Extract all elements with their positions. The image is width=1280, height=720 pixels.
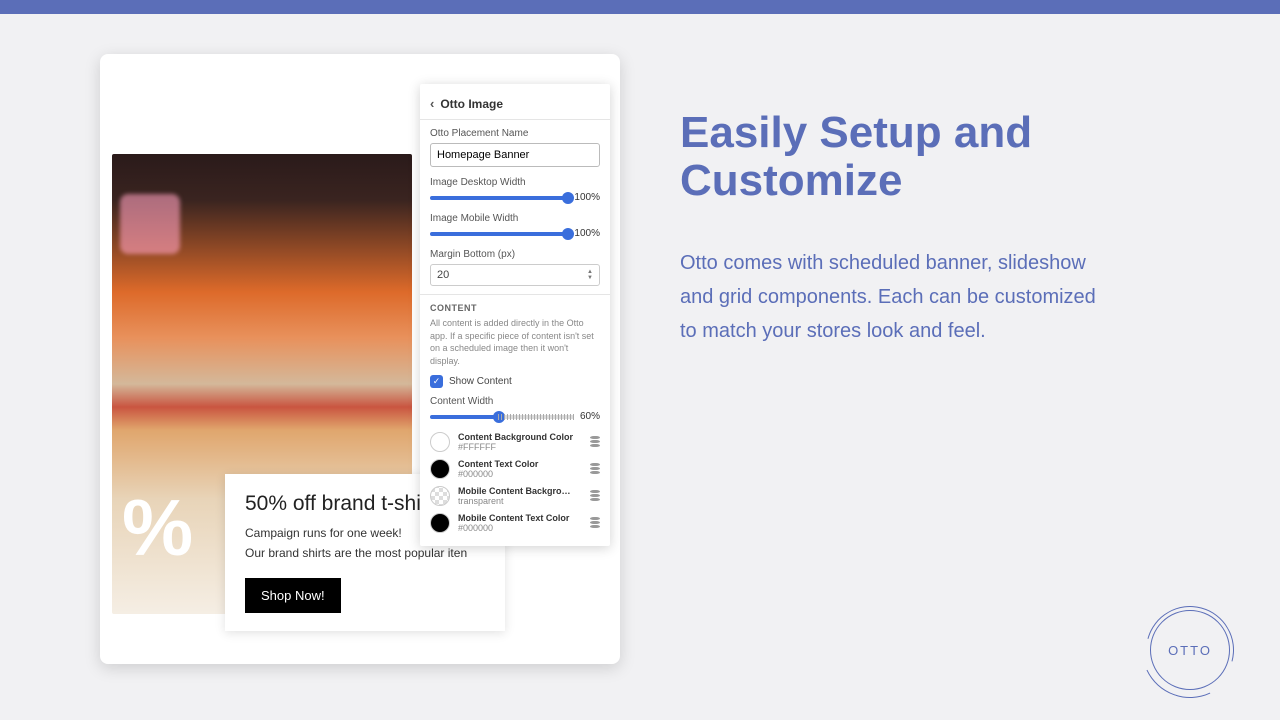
mobile-width-slider[interactable]	[430, 232, 568, 236]
content-width-slider[interactable]	[430, 415, 574, 419]
swatch-icon[interactable]	[430, 486, 450, 506]
content-section-header: CONTENT	[430, 303, 600, 313]
mobile-width-value: 100%	[574, 228, 600, 239]
desktop-width-label: Image Desktop Width	[430, 177, 600, 188]
marketing-copy: Easily Setup and Customize Otto comes wi…	[680, 54, 1110, 664]
stepper-icon[interactable]: ▲▼	[587, 269, 593, 281]
show-content-label: Show Content	[449, 376, 512, 387]
divider	[420, 294, 610, 295]
color-row[interactable]: Mobile Content Text Color #000000	[430, 513, 600, 533]
db-icon[interactable]	[590, 517, 600, 529]
placement-label: Otto Placement Name	[430, 128, 600, 139]
content-width-label: Content Width	[430, 396, 600, 407]
screenshot-card: 50% off brand t-shirts Campaign runs for…	[100, 54, 620, 664]
shop-now-button[interactable]: Shop Now!	[245, 578, 341, 613]
top-bar	[0, 0, 1280, 14]
swatch-icon[interactable]	[430, 459, 450, 479]
desktop-width-value: 100%	[574, 192, 600, 203]
margin-input[interactable]: 20 ▲▼	[430, 264, 600, 286]
body-text: Otto comes with scheduled banner, slides…	[680, 246, 1110, 348]
content-width-value: 60%	[580, 411, 600, 422]
color-row[interactable]: Content Text Color #000000	[430, 459, 600, 479]
otto-logo: OTTO	[1150, 610, 1230, 690]
mobile-width-label: Image Mobile Width	[430, 213, 600, 224]
color-row[interactable]: Mobile Content Background C... transpare…	[430, 486, 600, 506]
divider	[420, 119, 610, 120]
promo-line2: Our brand shirts are the most popular it…	[245, 546, 489, 560]
db-icon[interactable]	[590, 490, 600, 502]
placement-input[interactable]	[430, 143, 600, 167]
swatch-icon[interactable]	[430, 432, 450, 452]
show-content-checkbox[interactable]: ✓	[430, 375, 443, 388]
db-icon[interactable]	[590, 436, 600, 448]
swatch-icon[interactable]	[430, 513, 450, 533]
margin-label: Margin Bottom (px)	[430, 249, 600, 260]
color-row[interactable]: Content Background Color #FFFFFF	[430, 432, 600, 452]
headline: Easily Setup and Customize	[680, 109, 1110, 206]
settings-panel: ‹ Otto Image Otto Placement Name Image D…	[420, 84, 610, 546]
content-description: All content is added directly in the Ott…	[430, 317, 600, 367]
db-icon[interactable]	[590, 463, 600, 475]
desktop-width-slider[interactable]	[430, 196, 568, 200]
panel-title: Otto Image	[440, 97, 503, 111]
back-icon[interactable]: ‹	[430, 96, 434, 111]
